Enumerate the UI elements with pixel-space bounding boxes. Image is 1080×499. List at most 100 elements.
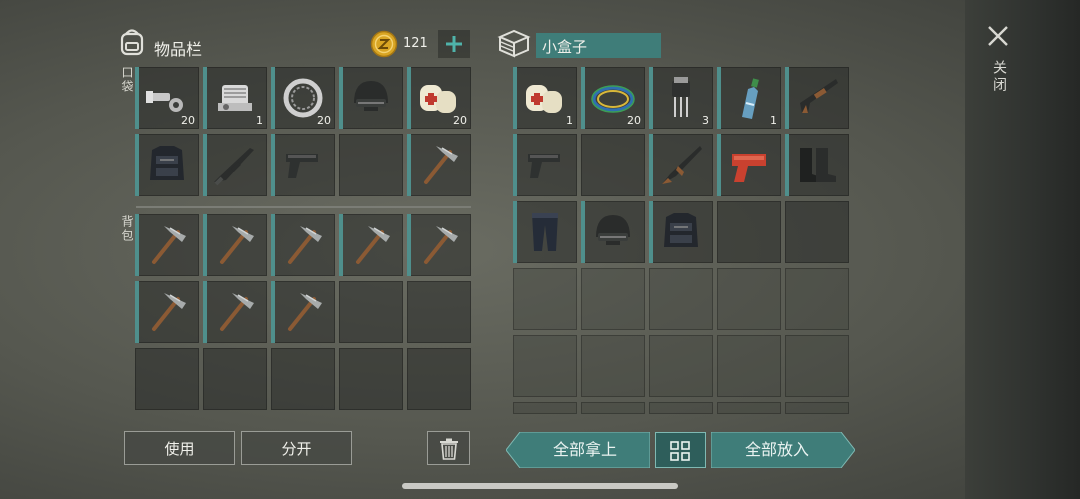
backpack-slot[interactable]: [135, 348, 199, 410]
slot-count: 3: [702, 114, 709, 127]
container-slot[interactable]: [717, 268, 781, 330]
backpack-slot[interactable]: [339, 214, 403, 276]
container-slot[interactable]: 1: [513, 67, 577, 129]
slot-quality-bar: [271, 214, 275, 276]
backpack-slot[interactable]: [271, 214, 335, 276]
slot-count: 1: [566, 114, 573, 127]
container-title-field[interactable]: 小盒子: [536, 33, 661, 58]
pocket-slot[interactable]: [339, 134, 403, 196]
container-slot[interactable]: [785, 402, 849, 414]
container-title: 小盒子: [542, 38, 588, 56]
split-button[interactable]: 分开: [241, 431, 352, 465]
backpack-slot[interactable]: [203, 281, 267, 343]
slot-quality-bar: [581, 67, 585, 129]
backpack-slot[interactable]: [339, 281, 403, 343]
slot-quality-bar: [203, 281, 207, 343]
slot-quality-bar: [135, 214, 139, 276]
slot-quality-bar: [717, 67, 721, 129]
backpack-slot[interactable]: [407, 348, 471, 410]
container-slot[interactable]: [513, 268, 577, 330]
slot-quality-bar: [271, 67, 275, 129]
pistol-icon: [286, 154, 318, 178]
ak-rifle-icon: [662, 146, 702, 184]
backpack-slot[interactable]: [135, 214, 199, 276]
pocket-slot[interactable]: [339, 67, 403, 129]
container-slot[interactable]: [649, 268, 713, 330]
pickaxe-icon: [152, 226, 186, 264]
container-slot[interactable]: [785, 201, 849, 263]
pocket-slot[interactable]: [203, 134, 267, 196]
slot-count: 20: [627, 114, 641, 127]
container-slot[interactable]: [581, 335, 645, 397]
slot-quality-bar: [339, 214, 343, 276]
body-armor-icon: [664, 213, 698, 247]
container-slot[interactable]: 20: [581, 67, 645, 129]
helmet-icon: [596, 215, 630, 245]
container-slot[interactable]: [649, 335, 713, 397]
container-slot[interactable]: [649, 201, 713, 263]
backpack-slot[interactable]: [203, 348, 267, 410]
pocket-slot[interactable]: 1: [203, 67, 267, 129]
close-icon[interactable]: [986, 24, 1010, 48]
pickaxe-icon: [424, 226, 458, 264]
helmet-icon: [354, 81, 388, 111]
pocket-divider: [136, 206, 471, 208]
close-label[interactable]: 关闭: [989, 60, 1009, 94]
container-slot[interactable]: [717, 402, 781, 414]
backpack-slot[interactable]: [271, 348, 335, 410]
container-slot[interactable]: [581, 201, 645, 263]
container-slot[interactable]: [513, 335, 577, 397]
container-slot[interactable]: [513, 402, 577, 414]
backpack-slot[interactable]: [407, 281, 471, 343]
backpack-slot[interactable]: [271, 281, 335, 343]
water-bottle-icon: [742, 78, 759, 119]
pocket-slot[interactable]: 20: [271, 67, 335, 129]
container-slot[interactable]: [649, 134, 713, 196]
sort-button[interactable]: [655, 432, 706, 468]
backpack-slot[interactable]: [407, 214, 471, 276]
container-slot[interactable]: [513, 201, 577, 263]
container-slot[interactable]: [581, 268, 645, 330]
container-slot[interactable]: 3: [649, 67, 713, 129]
use-button[interactable]: 使用: [124, 431, 235, 465]
container-slot[interactable]: 1: [717, 67, 781, 129]
slot-quality-bar: [581, 201, 585, 263]
take-all-button[interactable]: 全部拿上: [520, 432, 650, 468]
container-slot[interactable]: [717, 335, 781, 397]
trash-button[interactable]: [427, 431, 470, 465]
slot-quality-bar: [271, 281, 275, 343]
backpack-slot[interactable]: [339, 348, 403, 410]
pickaxe-icon: [220, 293, 254, 331]
container-slot[interactable]: [785, 134, 849, 196]
pocket-slot[interactable]: [271, 134, 335, 196]
container-slot[interactable]: [513, 134, 577, 196]
container-slot[interactable]: [649, 402, 713, 414]
slot-quality-bar: [203, 67, 207, 129]
pocket-slot[interactable]: 20: [407, 67, 471, 129]
engine-part-icon: [218, 85, 252, 111]
add-coins-button[interactable]: [438, 30, 470, 58]
backpack-slot[interactable]: [135, 281, 199, 343]
home-indicator[interactable]: [402, 483, 678, 489]
pickaxe-icon: [220, 226, 254, 264]
container-slot[interactable]: [581, 402, 645, 414]
pocket-slot[interactable]: [407, 134, 471, 196]
container-slot[interactable]: [581, 134, 645, 196]
coin-count: 121: [403, 36, 428, 51]
container-slot[interactable]: [717, 134, 781, 196]
container-slot[interactable]: [785, 335, 849, 397]
pocket-slot[interactable]: [135, 134, 199, 196]
pants-icon: [532, 213, 558, 251]
backpack-slot[interactable]: [203, 214, 267, 276]
container-slot[interactable]: [785, 67, 849, 129]
slot-quality-bar: [135, 67, 139, 129]
container-slot[interactable]: [717, 201, 781, 263]
slot-quality-bar: [339, 67, 343, 129]
pocket-slot[interactable]: 20: [135, 67, 199, 129]
slot-quality-bar: [135, 281, 139, 343]
put-all-button[interactable]: 全部放入: [711, 432, 843, 468]
container-slot[interactable]: [785, 268, 849, 330]
pickaxe-icon: [288, 293, 322, 331]
slot-quality-bar: [785, 67, 789, 129]
boots-icon: [800, 148, 836, 182]
